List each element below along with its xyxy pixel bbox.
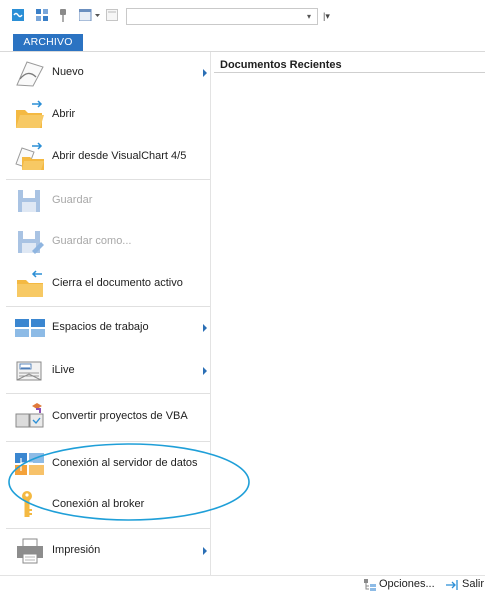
menu-separator xyxy=(6,441,210,442)
menu-item-conexion-broker[interactable]: Conexión al broker xyxy=(6,485,210,525)
chevron-down-icon[interactable]: ▾ xyxy=(307,12,311,21)
recent-documents-list xyxy=(214,74,485,574)
quick-access-toolbar: ▾ |▾ xyxy=(0,0,485,33)
menu-item-cerrar-documento[interactable]: Cierra el documento activo xyxy=(6,264,210,304)
submenu-arrow-icon xyxy=(203,547,207,555)
recent-documents-title: Documentos Recientes xyxy=(220,59,342,71)
new-document-icon xyxy=(14,58,46,88)
menu-item-label: Conexión al broker xyxy=(52,498,145,510)
menu-item-label: Abrir xyxy=(52,108,76,120)
menu-item-label: Guardar como... xyxy=(52,235,132,247)
menu-item-convertir-vba[interactable]: Convertir proyectos de VBA xyxy=(6,397,210,437)
open-folder-icon xyxy=(14,100,46,130)
menu-item-abrir[interactable]: Abrir xyxy=(6,95,210,135)
grid-icon[interactable] xyxy=(36,9,48,24)
menu-item-label: Impresión xyxy=(52,544,101,556)
exit-arrow-icon xyxy=(446,579,458,594)
submenu-arrow-icon xyxy=(203,367,207,375)
menu-item-nuevo[interactable]: Nuevo xyxy=(6,53,210,93)
link-icon[interactable] xyxy=(12,9,24,24)
submenu-arrow-icon xyxy=(203,69,207,77)
menu-item-guardar[interactable]: Guardar xyxy=(6,181,210,221)
menu-item-abrir-visualchart[interactable]: Abrir desde VisualChart 4/5 xyxy=(6,137,210,177)
menu-item-label: Nuevo xyxy=(52,66,84,78)
file-tab[interactable]: ARCHIVO xyxy=(13,34,83,51)
workspace-icon xyxy=(14,313,46,343)
menu-item-espacios-trabajo[interactable]: Espacios de trabajo xyxy=(6,308,210,348)
broker-key-icon xyxy=(14,490,46,520)
menu-separator xyxy=(6,393,210,394)
toolbar-overflow-icon[interactable]: |▾ xyxy=(323,11,330,22)
menu-item-impresion[interactable]: Impresión xyxy=(6,531,210,571)
page-icon[interactable] xyxy=(106,9,118,24)
save-icon xyxy=(14,186,46,216)
close-document-icon xyxy=(14,269,46,299)
news-icon xyxy=(14,356,46,386)
menu-separator xyxy=(6,306,210,307)
toolbar-combo-box[interactable]: ▾ xyxy=(126,8,318,25)
menu-item-label: iLive xyxy=(52,364,75,376)
menu-item-label: Guardar xyxy=(52,194,93,206)
menu-item-label: Conexión al servidor de datos xyxy=(52,457,198,469)
submenu-arrow-icon xyxy=(203,324,207,332)
menu-item-guardar-como[interactable]: Guardar como... xyxy=(6,222,210,262)
convert-vba-icon xyxy=(14,402,46,432)
menu-item-label: Espacios de trabajo xyxy=(52,321,149,333)
menu-item-ilive[interactable]: iLive xyxy=(6,351,210,391)
printer-icon xyxy=(14,536,46,566)
recent-documents-divider xyxy=(214,72,485,73)
pin-icon[interactable] xyxy=(58,9,68,25)
menu-item-conexion-servidor[interactable]: Conexión al servidor de datos xyxy=(6,444,210,484)
menu-divider xyxy=(210,52,211,575)
save-as-icon xyxy=(14,227,46,257)
options-icon xyxy=(364,579,376,594)
window-dropdown-icon[interactable] xyxy=(78,8,101,24)
menu-separator xyxy=(6,179,210,180)
open-legacy-icon xyxy=(14,142,46,172)
exit-label: Salir xyxy=(462,578,485,590)
options-label: Opciones... xyxy=(379,578,435,590)
menu-item-label: Abrir desde VisualChart 4/5 xyxy=(52,150,187,162)
menu-item-label: Convertir proyectos de VBA xyxy=(52,410,188,422)
footer-divider xyxy=(0,575,485,576)
data-server-icon xyxy=(14,449,46,479)
menu-item-label: Cierra el documento activo xyxy=(52,277,183,289)
menu-separator xyxy=(6,528,210,529)
